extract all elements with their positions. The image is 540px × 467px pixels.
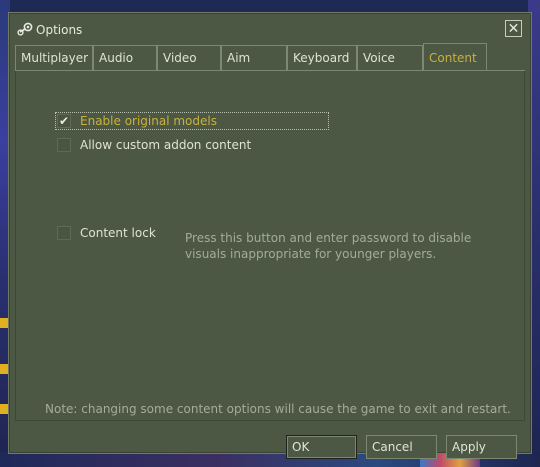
- close-button[interactable]: ✕: [505, 20, 522, 37]
- title-bar[interactable]: Options ✕: [9, 13, 531, 45]
- ok-button[interactable]: OK: [286, 435, 357, 459]
- restart-note: Note: changing some content options will…: [45, 402, 511, 416]
- enable-original-models-label: Enable original models: [80, 114, 217, 128]
- options-dialog: Options ✕ Multiplayer Audio Video Aim Ke…: [8, 12, 532, 459]
- content-lock-description: Press this button and enter password to …: [185, 231, 472, 261]
- close-icon: ✕: [507, 20, 520, 37]
- steam-icon: [17, 22, 33, 36]
- content-lock-label: Content lock: [80, 226, 156, 240]
- background-ornament: [0, 404, 8, 414]
- background-ornament: [0, 364, 8, 374]
- checkbox-box: [57, 138, 71, 152]
- enable-original-models-checkbox[interactable]: ✔ Enable original models: [55, 112, 329, 130]
- apply-button[interactable]: Apply: [446, 435, 517, 459]
- allow-custom-addon-label: Allow custom addon content: [80, 138, 252, 152]
- content-lock-checkbox[interactable]: Content lock: [57, 226, 156, 240]
- tab-content[interactable]: Content: [423, 43, 487, 70]
- allow-custom-addon-checkbox[interactable]: Allow custom addon content: [57, 138, 251, 152]
- tab-aim[interactable]: Aim: [221, 45, 287, 70]
- checkmark-icon: ✔: [57, 114, 71, 128]
- dialog-title: Options: [36, 23, 83, 37]
- tab-multiplayer[interactable]: Multiplayer: [15, 45, 93, 70]
- tab-video[interactable]: Video: [157, 45, 221, 70]
- tab-voice[interactable]: Voice: [357, 45, 423, 70]
- background-ornament: [0, 318, 8, 328]
- checkbox-box: [57, 226, 71, 240]
- tab-audio[interactable]: Audio: [93, 45, 157, 70]
- cancel-button[interactable]: Cancel: [366, 435, 437, 459]
- tab-keyboard[interactable]: Keyboard: [287, 45, 357, 70]
